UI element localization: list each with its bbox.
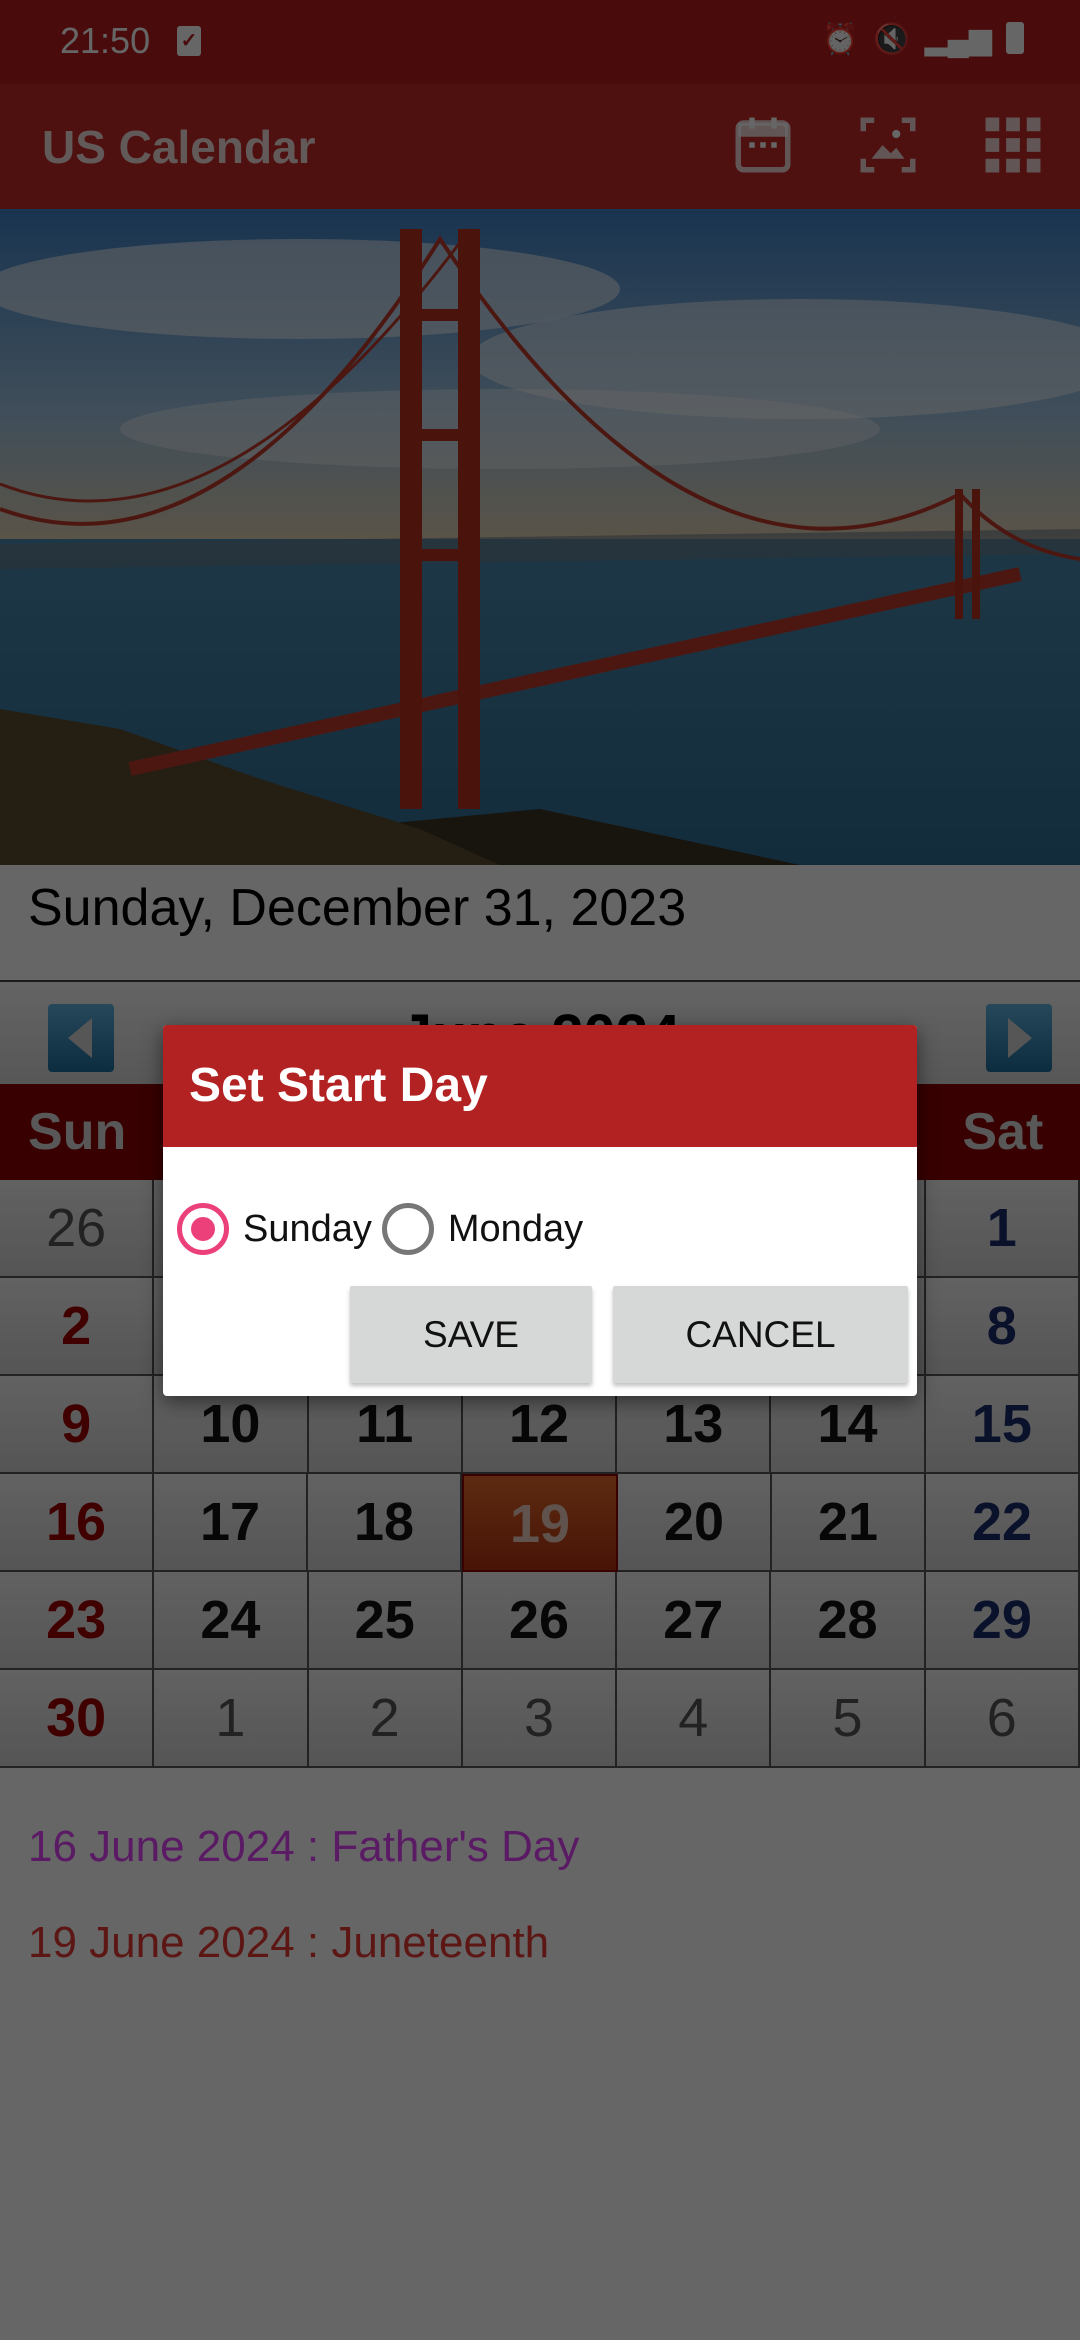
calendar-day[interactable]: 28	[771, 1572, 926, 1670]
next-month-button[interactable]	[986, 1004, 1052, 1072]
save-button[interactable]: SAVE	[350, 1286, 592, 1383]
signal-icon: ▂▄▆	[924, 23, 992, 56]
calendar-day[interactable]: 1	[154, 1670, 309, 1768]
calendar-day[interactable]: 23	[0, 1572, 155, 1670]
app-bar: US Calendar	[0, 84, 1080, 209]
calendar-day[interactable]: 24	[154, 1572, 309, 1670]
prev-month-button[interactable]	[48, 1004, 114, 1072]
arrow-left-icon	[68, 1018, 92, 1058]
selected-date: Sunday, December 31, 2023	[28, 879, 687, 937]
radio-monday-label[interactable]: Monday	[448, 1208, 583, 1251]
holiday-list: 16 June 2024 : Father's Day 19 June 2024…	[28, 1822, 579, 2014]
battery-icon	[1006, 22, 1024, 54]
calendar-day[interactable]: 15	[925, 1376, 1080, 1474]
alarm-icon: ⏰	[821, 23, 860, 56]
calendar-icon[interactable]	[730, 112, 796, 178]
calendar-day[interactable]: 6	[925, 1670, 1080, 1768]
hero-image-golden-gate	[0, 209, 1080, 865]
dialog-title: Set Start Day	[163, 1025, 917, 1147]
mute-vibrate-icon: 🔇	[873, 23, 911, 56]
calendar-day[interactable]: 29	[925, 1572, 1080, 1670]
calendar-day[interactable]: 25	[308, 1572, 463, 1670]
calendar-day-today[interactable]: 19	[462, 1474, 618, 1572]
wallpaper-icon[interactable]	[855, 112, 921, 178]
arrow-right-icon	[1008, 1018, 1032, 1058]
calendar-day[interactable]: 22	[926, 1474, 1080, 1572]
checkbox-notification-icon: ✓	[177, 26, 201, 56]
calendar-week-row: 23 24 25 26 27 28 29	[0, 1572, 1080, 1670]
calendar-day[interactable]: 2	[308, 1670, 463, 1768]
calendar-day[interactable]: 21	[772, 1474, 926, 1572]
calendar-day[interactable]: 2	[0, 1278, 155, 1376]
weekday-label: Sun	[28, 1103, 127, 1161]
calendar-day[interactable]: 16	[0, 1474, 154, 1572]
calendar-week-row: 16 17 18 19 20 21 22	[0, 1474, 1080, 1572]
calendar-week-row: 30 1 2 3 4 5 6	[0, 1670, 1080, 1768]
radio-monday[interactable]	[381, 1203, 434, 1255]
calendar-day[interactable]: 8	[925, 1278, 1080, 1376]
radio-sunday[interactable]	[177, 1203, 229, 1255]
radio-sunday-label[interactable]: Sunday	[243, 1208, 372, 1251]
holiday-item: 16 June 2024 : Father's Day	[28, 1822, 580, 1871]
app-title: US Calendar	[42, 121, 316, 173]
status-bar: 21:50 ✓ ⏰ 🔇 ▂▄▆	[0, 0, 1080, 84]
holiday-item: 19 June 2024 : Juneteenth	[28, 1918, 550, 1967]
calendar-day[interactable]: 4	[617, 1670, 772, 1768]
cancel-button[interactable]: CANCEL	[613, 1286, 908, 1383]
set-start-day-dialog: Set Start Day Sunday Monday SAVE CANCEL	[163, 1025, 917, 1396]
weekday-label: Sat	[962, 1103, 1044, 1161]
calendar-day[interactable]: 30	[0, 1670, 155, 1768]
grid-menu-icon[interactable]	[980, 112, 1046, 178]
calendar-day[interactable]: 26	[0, 1180, 155, 1278]
calendar-day[interactable]: 5	[771, 1670, 926, 1768]
calendar-day[interactable]: 20	[618, 1474, 772, 1572]
start-day-radio-group: Sunday Monday	[177, 1203, 593, 1255]
calendar-day[interactable]: 3	[462, 1670, 618, 1768]
status-time: 21:50	[60, 20, 151, 61]
calendar-day[interactable]: 1	[925, 1180, 1080, 1278]
calendar-day[interactable]: 17	[154, 1474, 308, 1572]
calendar-day[interactable]: 27	[617, 1572, 772, 1670]
calendar-day[interactable]: 18	[308, 1474, 462, 1572]
calendar-day[interactable]: 9	[0, 1376, 155, 1474]
calendar-day[interactable]: 26	[462, 1572, 618, 1670]
